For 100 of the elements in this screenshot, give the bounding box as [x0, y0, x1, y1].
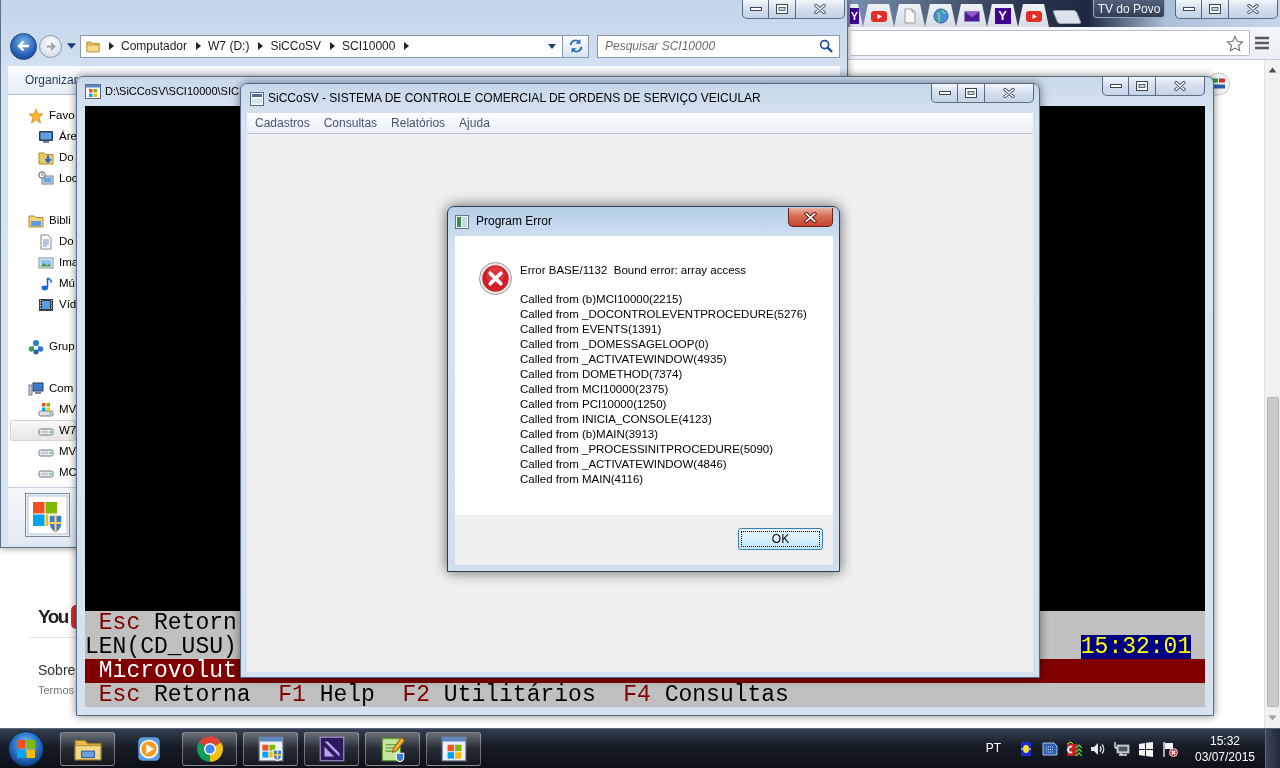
- minimize-button[interactable]: [931, 84, 958, 103]
- nav-item[interactable]: W7: [10, 420, 76, 441]
- nav-item[interactable]: MV: [10, 399, 76, 420]
- call-stack-line: Called from _PROCESSINITPROCEDURE(5090): [520, 442, 775, 457]
- browser-tab[interactable]: [894, 4, 925, 27]
- minimize-button[interactable]: [1175, 0, 1202, 19]
- organize-button[interactable]: Organizar: [25, 72, 78, 88]
- clock-text: 15:32:01: [1080, 635, 1192, 659]
- refresh-icon: [567, 38, 584, 54]
- window-title: D:\SiCCoSV\SCI10000\SIC: [105, 84, 239, 99]
- maximize-icon: [1209, 4, 1221, 14]
- language-indicator[interactable]: PT: [985, 741, 1001, 756]
- browser-tab[interactable]: [925, 4, 956, 27]
- address-bar[interactable]: Computador W7 (D:) SiCCoSV SCI10000: [80, 34, 563, 58]
- call-stack-line: Called from (b)MCI10000(2215): [520, 292, 684, 307]
- breadcrumb-item[interactable]: SiCCoSV: [270, 38, 322, 54]
- badge-icon[interactable]: [1018, 740, 1034, 757]
- caret-icon[interactable]: [67, 43, 76, 49]
- nav-item[interactable]: Com: [10, 378, 76, 399]
- breadcrumb-item[interactable]: W7 (D:): [208, 38, 250, 54]
- maximize-button[interactable]: [1202, 0, 1229, 19]
- menu-item[interactable]: Cadastros: [248, 114, 317, 132]
- banner-text: Microvolut: [98, 659, 237, 683]
- nav-item[interactable]: MC: [10, 462, 76, 483]
- close-button[interactable]: [1156, 77, 1205, 96]
- menu-item[interactable]: Ajuda: [452, 114, 497, 132]
- close-icon: [1174, 81, 1186, 91]
- browser-tab[interactable]: [1018, 4, 1049, 27]
- nav-item[interactable]: Bibli: [10, 210, 76, 231]
- clock-time[interactable]: 15:32: [1210, 732, 1240, 749]
- flag-icon[interactable]: [1162, 740, 1178, 757]
- taskbar-button[interactable]: [182, 731, 237, 766]
- console-text: LEN(CD_USU): [85, 635, 237, 659]
- shortcut-key: F4: [623, 683, 651, 707]
- call-stack-line: Called from (b)MAIN(3913): [520, 427, 660, 442]
- minimize-button[interactable]: [1102, 77, 1129, 96]
- chevron-icon: [196, 42, 202, 50]
- star-icon[interactable]: [1226, 34, 1244, 52]
- new-tab-button[interactable]: [1052, 10, 1082, 24]
- menu-item[interactable]: Consultas: [316, 114, 385, 132]
- picture-icon: [38, 254, 54, 271]
- browser-tab[interactable]: Y: [987, 4, 1018, 27]
- close-icon: [1003, 88, 1015, 98]
- document-icon: [38, 233, 54, 250]
- maximize-button[interactable]: [958, 84, 985, 103]
- footer-link[interactable]: Termos: [38, 683, 75, 697]
- search-icon: [819, 38, 833, 53]
- chevron-icon: [404, 42, 410, 50]
- windows-logo-icon[interactable]: [1138, 740, 1154, 757]
- profile-button[interactable]: TV do Povo: [1093, 0, 1165, 18]
- maximize-button[interactable]: [1129, 77, 1156, 96]
- close-button[interactable]: [1229, 0, 1278, 19]
- film-icon: [38, 296, 54, 313]
- menu-button[interactable]: [1254, 36, 1270, 50]
- minimize-icon: [1182, 7, 1195, 11]
- clock-date[interactable]: 03/07/2015: [1194, 748, 1256, 765]
- minimize-button[interactable]: [742, 0, 769, 19]
- call-stack-line: Called from _ACTIVATEWINDOW(4935): [520, 352, 728, 367]
- computer-icon: [28, 380, 44, 397]
- nav-item[interactable]: Mú: [10, 273, 76, 294]
- caret-icon[interactable]: [548, 43, 556, 49]
- close-button[interactable]: [985, 84, 1034, 103]
- nav-item[interactable]: Do: [10, 147, 76, 168]
- address-field[interactable]: [851, 30, 1250, 56]
- close-button[interactable]: [796, 0, 845, 19]
- arrows-tile-icon[interactable]: [1066, 740, 1082, 757]
- taskbar-button[interactable]: [426, 731, 481, 766]
- refresh-button[interactable]: [563, 34, 589, 58]
- close-button[interactable]: [788, 208, 833, 227]
- menu-item[interactable]: Relatórios: [384, 114, 453, 132]
- scrollbar[interactable]: [1264, 60, 1280, 728]
- browser-tab[interactable]: [956, 4, 987, 27]
- breadcrumb-item[interactable]: Computador: [121, 38, 188, 54]
- taskbar-button[interactable]: [60, 731, 115, 766]
- chevron-icon: [330, 42, 336, 50]
- scrollbar-thumb[interactable]: [1267, 397, 1279, 707]
- shortcut-label: Utilitários: [443, 683, 596, 707]
- browser-tab[interactable]: Y: [850, 4, 863, 27]
- nav-item[interactable]: MV: [10, 441, 76, 462]
- panel-icon[interactable]: [1042, 740, 1058, 757]
- footer-link[interactable]: Sobre: [38, 662, 76, 679]
- nav-item[interactable]: Víd: [10, 294, 76, 315]
- search-field[interactable]: Pesquisar SCI10000: [597, 34, 840, 58]
- nav-item[interactable]: Do: [10, 231, 76, 252]
- taskbar-button[interactable]: [243, 731, 298, 766]
- taskbar-button[interactable]: [365, 731, 420, 766]
- nav-item[interactable]: Favo: [10, 105, 76, 126]
- back-button[interactable]: [10, 32, 37, 60]
- breadcrumb-item[interactable]: SCI10000: [342, 38, 396, 54]
- window-title: SiCCoSV - SISTEMA DE CONTROLE COMERCIAL DE ORDENS DE SERVIÇO VEICULAR: [268, 91, 761, 106]
- maximize-button[interactable]: [769, 0, 796, 19]
- nav-item[interactable]: Grup: [10, 336, 76, 357]
- network-icon[interactable]: [1114, 740, 1130, 757]
- show-desktop-button[interactable]: [1265, 729, 1280, 768]
- start-button[interactable]: [8, 730, 44, 767]
- ok-button[interactable]: OK: [738, 528, 823, 550]
- taskbar-button[interactable]: [304, 731, 359, 766]
- browser-icon: [194, 733, 225, 764]
- folder-icon: [28, 212, 44, 229]
- nav-item[interactable]: Áre: [10, 126, 76, 147]
